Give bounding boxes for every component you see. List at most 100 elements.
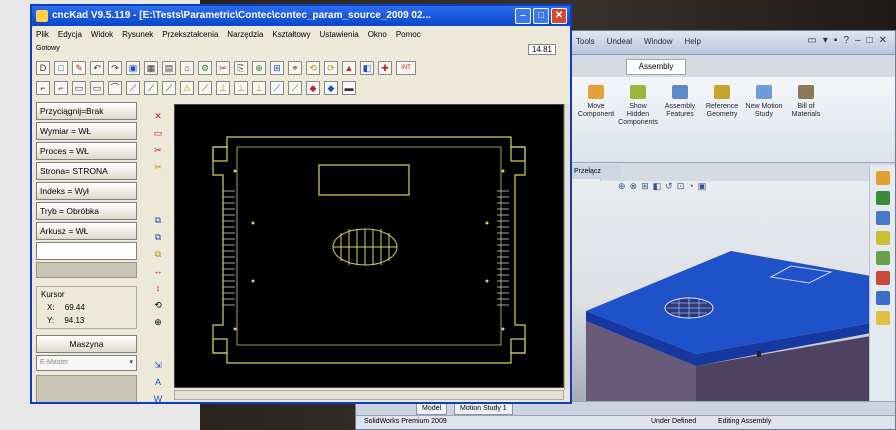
int-icon[interactable]: INT	[396, 61, 416, 75]
frame-icon[interactable]: ▭	[151, 127, 165, 140]
view-orientation-icon[interactable]: ◧	[653, 181, 662, 192]
drawing-canvas[interactable]	[174, 104, 564, 388]
sheet-button[interactable]: Arkusz = WŁ	[36, 222, 137, 240]
maximize-button[interactable]: □	[533, 8, 549, 24]
table-icon[interactable]: ▦	[144, 61, 158, 75]
tab-model[interactable]: Model	[416, 403, 448, 415]
ribbon-show-hidden[interactable]: Show Hidden Components	[618, 85, 658, 154]
canvas-horizontal-scrollbar[interactable]	[174, 390, 564, 400]
zoom-fit-icon[interactable]: ⊕	[618, 181, 626, 192]
machine-select[interactable]: E-Master	[36, 355, 137, 371]
search-icon[interactable]	[875, 231, 890, 245]
pointer-icon[interactable]: ⇲	[151, 359, 165, 372]
rectangle-icon[interactable]: ▭	[72, 81, 86, 95]
stretch-horizontal-icon[interactable]: ↔	[151, 265, 165, 278]
copy-array-icon[interactable]: ⧉	[151, 214, 165, 227]
resources-icon[interactable]	[875, 171, 890, 185]
sw-menu-tools[interactable]: Tools	[576, 37, 595, 46]
delete-icon[interactable]: ✕	[151, 110, 165, 123]
corner-icon[interactable]: ⌐	[36, 81, 50, 95]
tab-motion-study[interactable]: Motion Study 1	[454, 403, 513, 415]
display-style-icon[interactable]: ⊡	[677, 181, 685, 192]
edit-icon[interactable]: ✎	[72, 61, 86, 75]
rotate-right-icon[interactable]: ⟳	[324, 61, 338, 75]
corner-2-icon[interactable]: ⌐	[54, 81, 68, 95]
appearances-icon[interactable]	[875, 271, 890, 285]
menu-okno[interactable]: Okno	[368, 30, 387, 39]
stretch-vertical-icon[interactable]: ↕	[151, 282, 165, 295]
index-button[interactable]: Indeks = Wył	[36, 182, 137, 200]
hide-show-icon[interactable]: ◔	[688, 181, 693, 192]
menu-edycja[interactable]: Edycja	[58, 30, 82, 39]
process-button[interactable]: Proces = WŁ	[36, 142, 137, 160]
trim-icon[interactable]: ✂	[151, 144, 165, 157]
minimize-button[interactable]: –	[515, 8, 531, 24]
menu-ksztaltowy[interactable]: Kształtowy	[272, 30, 310, 39]
mode-button[interactable]: Tryb = Obróbka	[36, 202, 137, 220]
section-view-icon[interactable]: ⊞	[641, 181, 649, 192]
menu-pomoc[interactable]: Pomoc	[396, 30, 421, 39]
blank-field[interactable]	[36, 242, 137, 260]
canvas-vertical-scrollbar[interactable]	[564, 104, 570, 390]
toolbox-icon[interactable]	[875, 311, 890, 325]
sw-3d-viewport[interactable]	[571, 181, 871, 401]
scene-icon[interactable]: ▣	[698, 181, 707, 192]
sw-menu-help[interactable]: Help	[685, 37, 701, 46]
rotate-left-icon[interactable]: ⟲	[306, 61, 320, 75]
punch-icon[interactable]: ▲	[342, 61, 356, 75]
minimize-icon[interactable]: –	[855, 35, 861, 46]
diamond-icon[interactable]: ◆	[306, 81, 320, 95]
tool-w-icon[interactable]: W	[151, 393, 165, 402]
menu-ustawienia[interactable]: Ustawienia	[320, 30, 359, 39]
view-palette-icon[interactable]	[875, 251, 890, 265]
help-icon[interactable]: ?	[843, 35, 849, 46]
perp-2-icon[interactable]: ⊥	[234, 81, 248, 95]
sw-tab-assembly[interactable]: Assembly	[626, 59, 686, 75]
open-icon[interactable]: ▾	[823, 35, 828, 46]
perp-3-icon[interactable]: ⊥	[252, 81, 266, 95]
undo-icon[interactable]: ↶	[90, 61, 104, 75]
custom-properties-icon[interactable]	[875, 291, 890, 305]
home-icon[interactable]: ⌂	[180, 61, 194, 75]
menu-plik[interactable]: Plik	[36, 30, 49, 39]
save-icon[interactable]: ▪	[834, 35, 838, 46]
rotate-icon[interactable]: ↺	[665, 181, 673, 192]
sw-menu-window[interactable]: Window	[644, 37, 672, 46]
copy-icon[interactable]: ⎘	[234, 61, 248, 75]
ribbon-bill-of-materials[interactable]: Bill of Materials	[787, 85, 825, 154]
zoom-tool-icon[interactable]: ⊕	[151, 316, 165, 329]
settings-icon[interactable]: ⚙	[198, 61, 212, 75]
rotate-tool-icon[interactable]: ⟲	[151, 299, 165, 312]
file-explorer-icon[interactable]	[875, 211, 890, 225]
warning-icon[interactable]: ⚠	[180, 81, 194, 95]
new-file-icon[interactable]: D	[36, 61, 50, 75]
rectangle-2-icon[interactable]: ▭	[90, 81, 104, 95]
split-icon[interactable]: ✂	[151, 161, 165, 174]
layers-icon[interactable]: ▤	[162, 61, 176, 75]
line-icon[interactable]: ⟋	[126, 81, 140, 95]
sw-menu-undeal[interactable]: Undeal	[607, 37, 632, 46]
diamond-2-icon[interactable]: ◆	[324, 81, 338, 95]
line-3-icon[interactable]: ⟋	[162, 81, 176, 95]
line-2-icon[interactable]: ⟋	[144, 81, 158, 95]
menu-narzedzia[interactable]: Narzędzia	[227, 30, 263, 39]
menu-przeksztalcenia[interactable]: Przekształcenia	[162, 30, 218, 39]
ribbon-reference-geometry[interactable]: Reference Geometry	[703, 85, 741, 154]
cut-icon[interactable]: ✂	[216, 61, 230, 75]
sw-left-tab[interactable]: Przełącz	[571, 165, 621, 179]
close-icon[interactable]: ✕	[879, 35, 887, 46]
add-icon[interactable]: ⊕	[252, 61, 266, 75]
grid-icon[interactable]: ▣	[126, 61, 140, 75]
side-button[interactable]: Strona= STRONA	[36, 162, 137, 180]
target-icon[interactable]: ⌖	[288, 61, 302, 75]
ribbon-new-motion-study[interactable]: New Motion Study	[745, 85, 783, 154]
redo-icon[interactable]: ↷	[108, 61, 122, 75]
bar-icon[interactable]: ▬	[342, 81, 356, 95]
close-button[interactable]: ✕	[551, 8, 567, 24]
sheet-icon[interactable]: ◧	[360, 61, 374, 75]
nesting-icon[interactable]: ⊞	[270, 61, 284, 75]
dimension-button[interactable]: Wymiar = WŁ	[36, 122, 137, 140]
cross-icon[interactable]: ✚	[378, 61, 392, 75]
slash-2-icon[interactable]: ⟋	[288, 81, 302, 95]
new-doc-icon[interactable]: ▭	[807, 35, 816, 46]
